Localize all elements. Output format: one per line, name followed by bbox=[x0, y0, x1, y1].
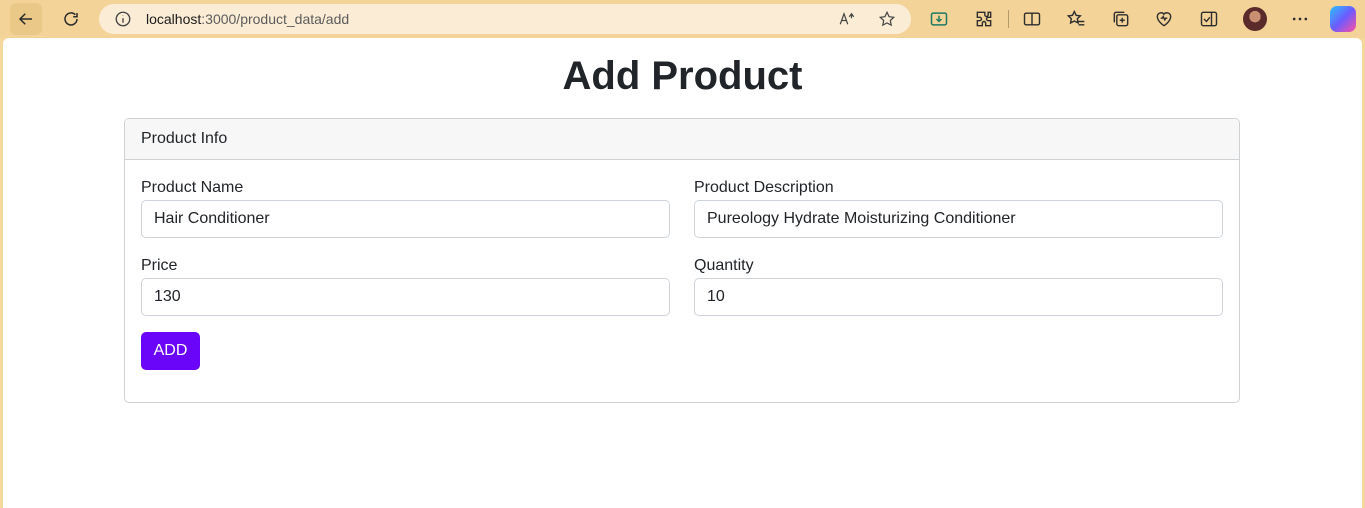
card-header: Product Info bbox=[125, 119, 1239, 160]
product-name-label: Product Name bbox=[141, 179, 244, 196]
refresh-icon bbox=[64, 12, 78, 26]
toolbar-divider bbox=[1008, 10, 1009, 28]
sidebar-icon[interactable] bbox=[1198, 8, 1220, 30]
page-title: Add Product bbox=[562, 54, 803, 98]
info-icon[interactable] bbox=[114, 10, 132, 28]
back-button[interactable] bbox=[10, 3, 42, 35]
price-input[interactable] bbox=[141, 278, 670, 316]
split-screen-icon[interactable] bbox=[1021, 8, 1043, 30]
read-aloud-icon[interactable] bbox=[838, 10, 856, 28]
browser-essentials-icon[interactable] bbox=[1153, 8, 1175, 30]
add-button[interactable]: ADD bbox=[141, 332, 200, 370]
url-text: localhost:3000/product_data/add bbox=[146, 11, 349, 27]
copilot-icon[interactable] bbox=[1330, 6, 1356, 32]
product-description-input[interactable] bbox=[694, 200, 1223, 238]
extensions-icon[interactable] bbox=[973, 8, 995, 30]
url-path: :3000/product_data/add bbox=[201, 11, 350, 27]
quantity-label: Quantity bbox=[694, 257, 754, 274]
profile-avatar[interactable] bbox=[1243, 7, 1267, 31]
page-viewport: Add Product Product Info Product Name Pr… bbox=[3, 38, 1362, 508]
browser-toolbar: localhost:3000/product_data/add bbox=[0, 0, 1365, 38]
product-info-card: Product Info Product Name Product Descri… bbox=[124, 118, 1240, 403]
star-icon[interactable] bbox=[878, 10, 896, 28]
app-install-icon[interactable] bbox=[928, 8, 950, 30]
product-description-label: Product Description bbox=[694, 179, 834, 196]
product-name-input[interactable] bbox=[141, 200, 670, 238]
quantity-input[interactable] bbox=[694, 278, 1223, 316]
arrow-left-icon bbox=[18, 13, 32, 25]
favorites-icon[interactable] bbox=[1065, 8, 1087, 30]
refresh-button[interactable] bbox=[55, 3, 87, 35]
collections-icon[interactable] bbox=[1110, 8, 1132, 30]
more-options-icon[interactable] bbox=[1289, 8, 1311, 30]
price-label: Price bbox=[141, 257, 178, 274]
url-host: localhost bbox=[146, 11, 202, 27]
address-bar[interactable]: localhost:3000/product_data/add bbox=[99, 4, 911, 34]
